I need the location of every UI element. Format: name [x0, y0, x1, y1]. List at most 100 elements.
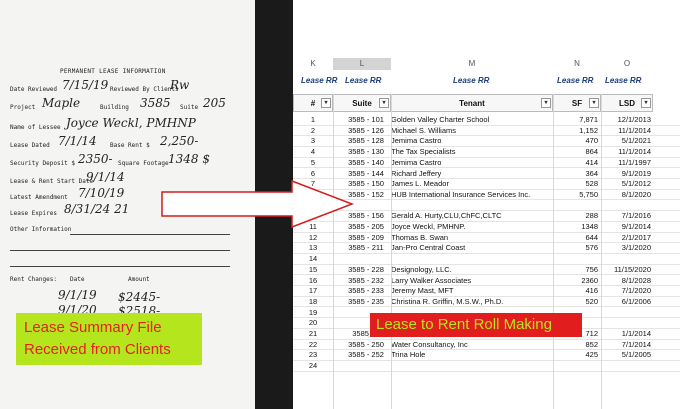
cell-lsd[interactable]: 5/1/2012 — [599, 179, 651, 190]
cell-sf[interactable]: 414 — [555, 158, 598, 169]
cell-suite[interactable]: 3585 - 101 — [333, 115, 399, 126]
cell-lsd[interactable]: 11/1/1997 — [599, 158, 651, 169]
cell-lsd[interactable]: 2/1/2017 — [599, 233, 651, 244]
cell-lsd[interactable]: 9/1/2019 — [599, 169, 651, 180]
table-row[interactable]: 2 3585 - 126 Michael S. Williams 1,152 11/1/… — [293, 126, 680, 137]
cell-sf[interactable]: 756 — [555, 265, 598, 276]
filter-dropdown-icon[interactable]: ▾ — [589, 98, 599, 108]
cell-sf[interactable]: 576 — [555, 243, 598, 254]
row-number[interactable]: 17 — [293, 286, 333, 297]
cell-lsd[interactable]: 3/1/2020 — [599, 243, 651, 254]
column-header-k[interactable]: K — [293, 58, 333, 70]
cell-suite[interactable]: 3585 - 126 — [333, 126, 399, 137]
cell-lsd[interactable]: 1/1/2014 — [599, 329, 651, 340]
table-row[interactable]: 13 3585 - 211 Jan-Pro Central Coast 576 3/1/… — [293, 243, 680, 254]
filter-dropdown-icon[interactable]: ▾ — [321, 98, 331, 108]
cell-suite[interactable]: 3585 - 250 — [333, 340, 399, 351]
row-number[interactable]: 21 — [293, 329, 333, 340]
cell-sf[interactable]: 5,750 — [555, 190, 598, 201]
cell-lsd[interactable]: 8/1/2020 — [599, 190, 651, 201]
cell-lsd[interactable]: 5/1/2021 — [599, 136, 651, 147]
header-sf[interactable]: SF ▾ — [553, 94, 601, 112]
cell-sf[interactable]: 7,871 — [555, 115, 598, 126]
cell-suite[interactable]: 3585 - 209 — [333, 233, 399, 244]
cell-lsd[interactable]: 6/1/2006 — [599, 297, 651, 308]
table-row[interactable]: 18 3585 - 235 Christina R. Griffin, M.S.W.… — [293, 297, 680, 308]
header-suite[interactable]: Suite ▾ — [333, 94, 391, 112]
table-row[interactable]: 24 — [293, 361, 680, 372]
cell-suite[interactable]: 3585 - 211 — [333, 243, 399, 254]
cell-suite[interactable]: 3585 - 252 — [333, 350, 399, 361]
row-number[interactable]: 13 — [293, 243, 333, 254]
row-number[interactable]: 24 — [293, 361, 333, 372]
column-header-n[interactable]: N — [553, 58, 601, 70]
row-number[interactable]: 1 — [293, 115, 333, 126]
cell-lsd[interactable]: 11/15/2020 — [599, 265, 651, 276]
cell-sf[interactable]: 528 — [555, 179, 598, 190]
cell-lsd[interactable]: 7/1/2020 — [599, 286, 651, 297]
column-header-m[interactable]: M — [391, 58, 553, 70]
table-row[interactable]: 1 3585 - 101 Golden Valley Charter School 7… — [293, 115, 680, 126]
cell-sf[interactable]: 288 — [555, 211, 598, 222]
table-row[interactable]: 3 3585 - 128 Jemima Castro 470 5/1/2021 — [293, 136, 680, 147]
cell-sf[interactable]: 1348 — [555, 222, 598, 233]
row-number[interactable]: 22 — [293, 340, 333, 351]
cell-sf[interactable]: 364 — [555, 169, 598, 180]
table-row[interactable]: 4 3585 - 130 The Tax Specialists 864 11/1/20… — [293, 147, 680, 158]
cell-sf[interactable]: 852 — [555, 340, 598, 351]
row-number[interactable]: 4 — [293, 147, 333, 158]
cell-sf[interactable]: 644 — [555, 233, 598, 244]
table-row[interactable]: 5 3585 - 140 Jemima Castro 414 11/1/1997 — [293, 158, 680, 169]
cell-sf[interactable]: 2360 — [555, 276, 598, 287]
filter-dropdown-icon[interactable]: ▾ — [379, 98, 389, 108]
table-row[interactable]: 22 3585 - 250 Water Consultancy, Inc 852 7/1… — [293, 340, 680, 351]
header-lsd[interactable]: LSD ▾ — [601, 94, 653, 112]
row-number[interactable]: 14 — [293, 254, 333, 265]
row-number[interactable]: 19 — [293, 308, 333, 319]
cell-lsd[interactable]: 11/1/2014 — [599, 126, 651, 137]
cell-suite[interactable]: 3585 - 128 — [333, 136, 399, 147]
cell-lsd[interactable]: 7/1/2014 — [599, 340, 651, 351]
table-row[interactable]: 23 3585 - 252 Trina Hole 425 5/1/2005 — [293, 350, 680, 361]
row-number[interactable]: 12 — [293, 233, 333, 244]
row-number[interactable]: 16 — [293, 276, 333, 287]
cell-lsd[interactable]: 9/1/2014 — [599, 222, 651, 233]
header-tenant[interactable]: Tenant ▾ — [391, 94, 553, 112]
cell-lsd[interactable]: 12/1/2013 — [599, 115, 651, 126]
row-number[interactable]: 23 — [293, 350, 333, 361]
cell-sf[interactable]: 1,152 — [555, 126, 598, 137]
form-label-lease-expires: Lease Expires — [10, 210, 57, 217]
header-num[interactable]: # ▾ — [293, 94, 333, 112]
table-row[interactable]: 14 — [293, 254, 680, 265]
cell-sf[interactable]: 520 — [555, 297, 598, 308]
cell-sf[interactable]: 864 — [555, 147, 598, 158]
table-row[interactable]: 15 3585 - 228 Designology, LLC. 756 11/15/20… — [293, 265, 680, 276]
column-header-o[interactable]: O — [601, 58, 653, 70]
cell-lsd[interactable]: 5/1/2005 — [599, 350, 651, 361]
row-number[interactable]: 20 — [293, 318, 333, 329]
cell-lsd[interactable]: 8/1/2028 — [599, 276, 651, 287]
row-number[interactable]: 18 — [293, 297, 333, 308]
cell-suite[interactable]: 3585 - 232 — [333, 276, 399, 287]
cell-sf[interactable]: 425 — [555, 350, 598, 361]
row-number[interactable]: 3 — [293, 136, 333, 147]
cell-lsd[interactable]: 7/1/2016 — [599, 211, 651, 222]
table-row[interactable]: 16 3585 - 232 Larry Walker Associates 2360 8… — [293, 276, 680, 287]
table-row[interactable]: 12 3585 - 209 Thomas B. Swan 644 2/1/2017 — [293, 233, 680, 244]
form-label-square-footage: Square Footage — [118, 160, 169, 167]
cell-sf[interactable]: 416 — [555, 286, 598, 297]
row-number[interactable]: 15 — [293, 265, 333, 276]
row-number[interactable]: 5 — [293, 158, 333, 169]
filter-dropdown-icon[interactable]: ▾ — [541, 98, 551, 108]
filter-dropdown-icon[interactable]: ▾ — [641, 98, 651, 108]
table-row[interactable]: 17 3585 - 233 Jeremy Mast, MFT 416 7/1/2020 — [293, 286, 680, 297]
cell-suite[interactable]: 3585 - 235 — [333, 297, 399, 308]
cell-suite[interactable]: 3585 - 140 — [333, 158, 399, 169]
cell-suite[interactable]: 3585 - 233 — [333, 286, 399, 297]
cell-suite[interactable]: 3585 - 228 — [333, 265, 399, 276]
column-header-l[interactable]: L — [333, 58, 391, 70]
cell-sf[interactable]: 470 — [555, 136, 598, 147]
row-number[interactable]: 2 — [293, 126, 333, 137]
cell-lsd[interactable]: 11/1/2014 — [599, 147, 651, 158]
cell-suite[interactable]: 3585 - 130 — [333, 147, 399, 158]
